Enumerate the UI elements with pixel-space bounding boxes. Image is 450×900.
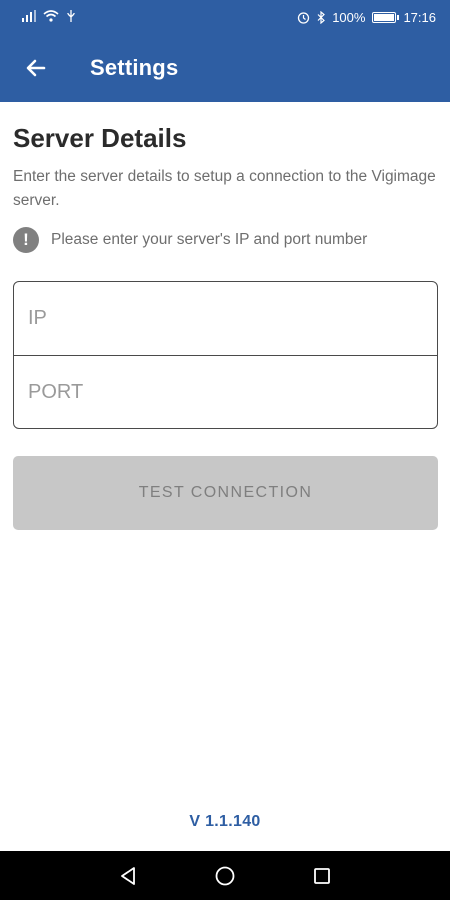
exclamation-circle-icon: ! [13, 227, 39, 253]
test-connection-button[interactable]: TEST CONNECTION [13, 456, 438, 530]
port-field[interactable] [14, 355, 437, 428]
ip-field[interactable] [14, 282, 437, 355]
nav-home-button[interactable] [201, 856, 249, 896]
system-nav-bar [0, 851, 450, 900]
back-button[interactable] [12, 44, 60, 92]
circle-home-icon [215, 866, 235, 885]
wifi-icon [43, 9, 59, 25]
version-label: V 1.1.140 [189, 813, 261, 830]
main-content: Server Details Enter the server details … [13, 102, 438, 530]
section-description: Enter the server details to setup a conn… [13, 168, 436, 209]
section-title: Server Details [13, 123, 187, 153]
hint-text: Please enter your server's IP and port n… [51, 231, 368, 248]
port-input[interactable] [28, 380, 437, 404]
status-time: 17:16 [403, 9, 436, 25]
nav-back-button[interactable] [104, 856, 152, 896]
battery-icon [372, 11, 400, 23]
server-form [13, 281, 438, 429]
status-icons-left [22, 9, 76, 25]
alarm-icon [297, 11, 310, 24]
nav-recents-button[interactable] [298, 856, 346, 896]
battery-percent: 100% [332, 9, 366, 25]
ip-input[interactable] [28, 307, 437, 330]
hint-row: ! Please enter your server's IP and port… [13, 227, 438, 253]
app-bar: Settings [0, 34, 450, 102]
triangle-back-icon [121, 866, 136, 885]
status-bar: 100% 17:16 [0, 0, 450, 34]
signal-icon [22, 9, 36, 25]
page-title: Settings [90, 55, 179, 80]
usb-icon [66, 9, 76, 25]
square-recents-icon [313, 867, 330, 884]
status-icons-right: 100% 17:16 [297, 10, 436, 25]
arrow-left-icon [26, 59, 46, 77]
bluetooth-icon [317, 10, 326, 24]
